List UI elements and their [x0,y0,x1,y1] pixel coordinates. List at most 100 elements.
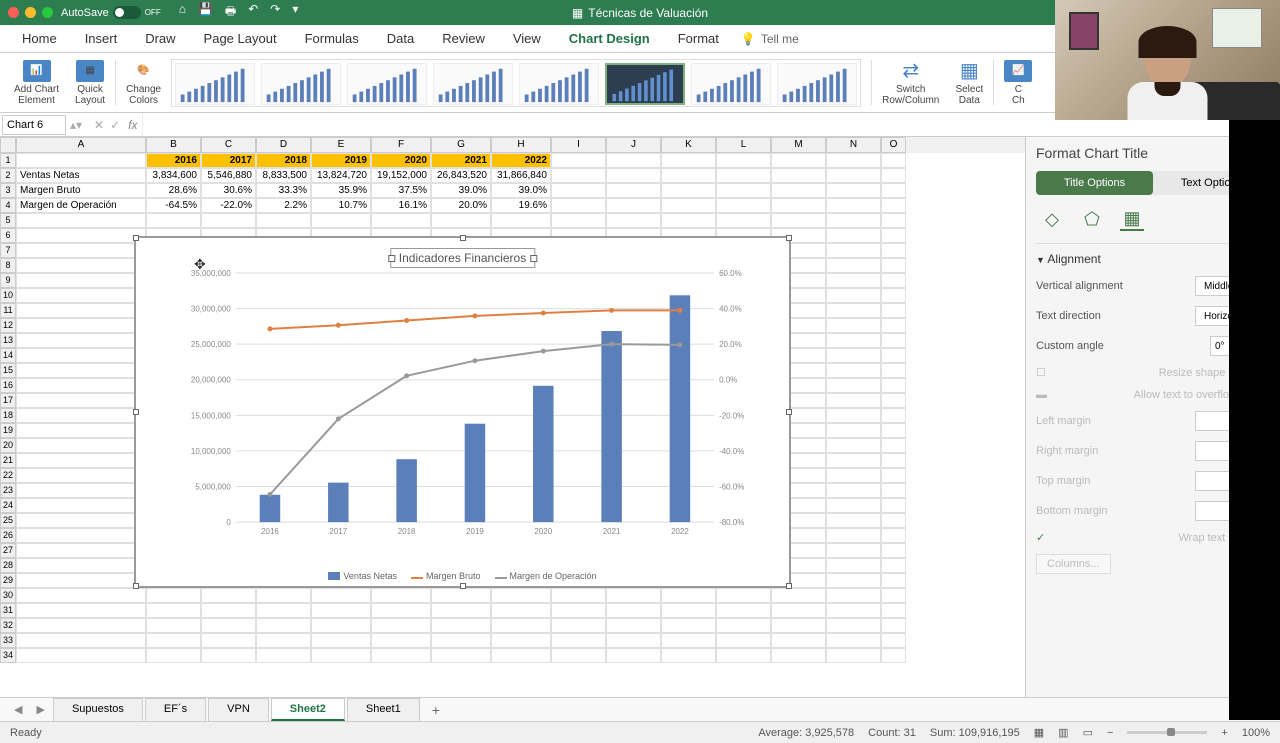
cell[interactable] [606,153,661,168]
row-header[interactable]: 14 [0,348,16,363]
zoom-level[interactable]: 100% [1242,727,1270,739]
cell[interactable] [201,213,256,228]
cell[interactable]: 2021 [431,153,491,168]
cell[interactable]: Margen de Operación [16,198,146,213]
column-header[interactable]: C [201,137,256,153]
cell[interactable] [551,633,606,648]
cell[interactable] [826,618,881,633]
cell[interactable]: 13,824,720 [311,168,371,183]
cell[interactable] [826,153,881,168]
row-header[interactable]: 11 [0,303,16,318]
print-icon[interactable]: 🖶 [225,2,236,23]
resize-handle[interactable] [786,235,792,241]
cell[interactable] [881,543,906,558]
minimize-window-button[interactable] [25,7,36,18]
cell[interactable] [311,618,371,633]
cell[interactable] [606,183,661,198]
row-header[interactable]: 18 [0,408,16,423]
chart-style-thumb[interactable] [347,63,427,105]
cell[interactable] [881,573,906,588]
cell[interactable] [16,258,146,273]
column-header[interactable]: K [661,137,716,153]
cell[interactable] [881,483,906,498]
cell[interactable]: Margen Bruto [16,183,146,198]
cell[interactable] [256,648,311,663]
row-header[interactable]: 22 [0,468,16,483]
cell[interactable] [16,303,146,318]
cell[interactable]: 2019 [311,153,371,168]
cell[interactable] [881,333,906,348]
row-header[interactable]: 3 [0,183,16,198]
row-header[interactable]: 20 [0,438,16,453]
cell[interactable] [371,588,431,603]
row-header[interactable]: 34 [0,648,16,663]
cell[interactable] [201,603,256,618]
cell[interactable] [826,258,881,273]
zoom-in-button[interactable]: + [1221,727,1227,739]
cell[interactable] [826,453,881,468]
cell[interactable] [16,543,146,558]
cell[interactable] [16,468,146,483]
cell[interactable] [16,588,146,603]
cell[interactable] [16,603,146,618]
cell[interactable] [881,453,906,468]
cell[interactable] [606,588,661,603]
column-header[interactable]: A [16,137,146,153]
cell[interactable] [881,528,906,543]
column-header[interactable]: M [771,137,826,153]
cell[interactable] [881,213,906,228]
sheet-tab[interactable]: Sheet1 [347,698,420,721]
cell[interactable] [881,423,906,438]
cell[interactable] [431,648,491,663]
cell[interactable] [256,618,311,633]
cell[interactable] [16,573,146,588]
cell[interactable] [826,648,881,663]
cell[interactable] [16,423,146,438]
cell[interactable] [16,153,146,168]
cell[interactable] [551,168,606,183]
cell[interactable] [826,408,881,423]
cell[interactable]: 8,833,500 [256,168,311,183]
embedded-chart[interactable]: ✥ Indicadores Financieros 05,000,00010,0… [135,237,790,587]
cell[interactable] [431,588,491,603]
row-header[interactable]: 19 [0,423,16,438]
cell[interactable] [16,438,146,453]
cell[interactable] [716,633,771,648]
cell[interactable] [826,363,881,378]
row-header[interactable]: 32 [0,618,16,633]
cell[interactable] [881,198,906,213]
cell[interactable] [16,393,146,408]
row-header[interactable]: 10 [0,288,16,303]
chart-style-thumb[interactable] [605,63,685,105]
ribbon-tab-format[interactable]: Format [664,25,733,52]
cell[interactable] [606,213,661,228]
cell[interactable] [256,588,311,603]
ribbon-tab-data[interactable]: Data [373,25,428,52]
sheet-nav-next[interactable]: ▶ [30,703,50,716]
cell[interactable] [826,513,881,528]
cell[interactable] [661,588,716,603]
cell[interactable] [606,603,661,618]
cell[interactable] [716,618,771,633]
resize-handle[interactable] [133,409,139,415]
cell[interactable] [551,198,606,213]
close-window-button[interactable] [8,7,19,18]
cell[interactable] [881,363,906,378]
sheet-tab[interactable]: EF´s [145,698,206,721]
cell[interactable]: -22.0% [201,198,256,213]
cell[interactable]: 10.7% [311,198,371,213]
column-header[interactable]: J [606,137,661,153]
cell[interactable] [661,213,716,228]
cell[interactable] [491,648,551,663]
sheet-tab[interactable]: VPN [208,698,269,721]
select-data-button[interactable]: ▦Select Data [949,55,989,111]
cell[interactable] [826,483,881,498]
row-header[interactable]: 31 [0,603,16,618]
cell[interactable] [16,363,146,378]
row-header[interactable]: 28 [0,558,16,573]
cell[interactable]: 5,546,880 [201,168,256,183]
cell[interactable] [826,558,881,573]
column-header[interactable]: D [256,137,311,153]
cell[interactable]: 2.2% [256,198,311,213]
cell[interactable] [826,438,881,453]
